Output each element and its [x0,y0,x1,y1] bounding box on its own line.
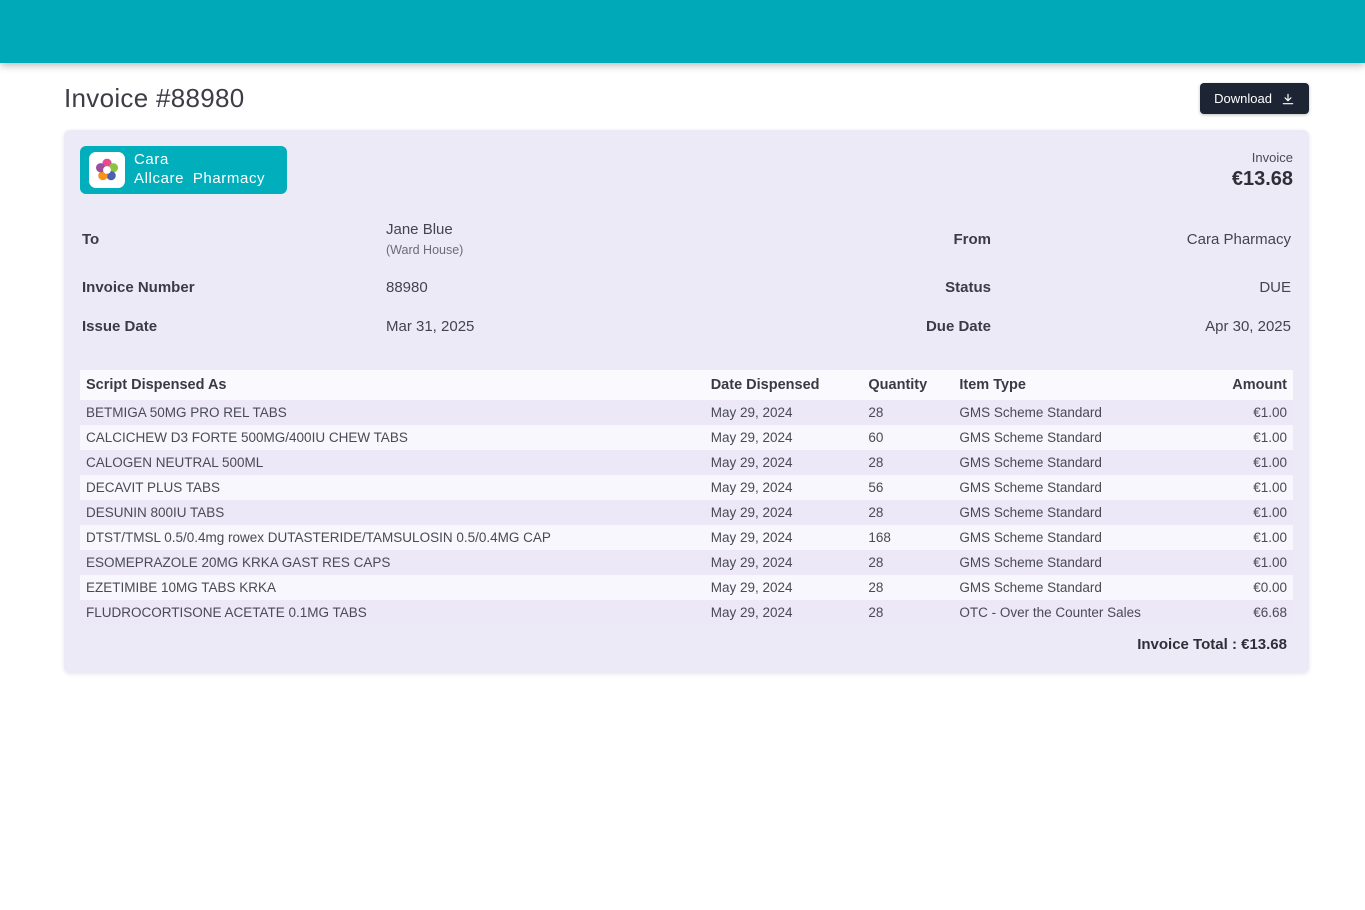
from-value: Cara Pharmacy [993,231,1293,248]
table-row: DESUNIN 800IU TABS May 29, 2024 28 GMS S… [80,500,1293,525]
cell-date-dispensed: May 29, 2024 [705,500,863,525]
cell-date-dispensed: May 29, 2024 [705,575,863,600]
header-quantity: Quantity [862,370,953,400]
cell-script-dispensed-as: DESUNIN 800IU TABS [80,500,705,525]
status-value: DUE [993,279,1293,296]
invoice-number-label: Invoice Number [80,279,384,296]
cell-script-dispensed-as: FLUDROCORTISONE ACETATE 0.1MG TABS [80,600,705,625]
cell-amount: €1.00 [1166,500,1293,525]
title-row: Invoice #88980 Download [64,83,1309,114]
cell-date-dispensed: May 29, 2024 [705,525,863,550]
flower-logo-icon [89,152,125,188]
header-item-type: Item Type [953,370,1165,400]
cell-item-type: GMS Scheme Standard [953,450,1165,475]
invoice-summary-label: Invoice [1232,150,1293,165]
pharmacy-name: Cara Allcare Pharmacy [134,151,265,189]
invoice-total-label: Invoice Total : [1137,636,1237,653]
page-title: Invoice #88980 [64,83,245,114]
cell-item-type: OTC - Over the Counter Sales [953,600,1165,625]
table-row: BETMIGA 50MG PRO REL TABS May 29, 2024 2… [80,400,1293,425]
cell-script-dispensed-as: CALCICHEW D3 FORTE 500MG/400IU CHEW TABS [80,425,705,450]
table-row: DTST/TMSL 0.5/0.4mg rowex DUTASTERIDE/TA… [80,525,1293,550]
info-row-to-from: To Jane Blue (Ward House) From Cara Phar… [80,210,1293,268]
pharmacy-logo: Cara Allcare Pharmacy [80,146,287,194]
cell-date-dispensed: May 29, 2024 [705,550,863,575]
cell-date-dispensed: May 29, 2024 [705,400,863,425]
cell-script-dispensed-as: ESOMEPRAZOLE 20MG KRKA GAST RES CAPS [80,550,705,575]
table-row: FLUDROCORTISONE ACETATE 0.1MG TABS May 2… [80,600,1293,625]
recipient-name: Jane Blue [386,221,791,238]
info-row-number-status: Invoice Number 88980 Status DUE [80,268,1293,307]
download-icon [1281,92,1295,106]
download-button-label: Download [1214,91,1272,106]
cell-quantity: 28 [862,400,953,425]
cell-quantity: 28 [862,575,953,600]
table-row: CALOGEN NEUTRAL 500ML May 29, 2024 28 GM… [80,450,1293,475]
cell-script-dispensed-as: BETMIGA 50MG PRO REL TABS [80,400,705,425]
cell-script-dispensed-as: CALOGEN NEUTRAL 500ML [80,450,705,475]
cell-quantity: 168 [862,525,953,550]
info-row-dates: Issue Date Mar 31, 2025 Due Date Apr 30,… [80,307,1293,346]
pharmacy-name-line2: Allcare Pharmacy [134,170,265,189]
recipient-sub: (Ward House) [386,243,791,257]
cell-quantity: 60 [862,425,953,450]
page-content: Invoice #88980 Download [0,83,1365,713]
table-header: Script Dispensed As Date Dispensed Quant… [80,370,1293,400]
table-row: CALCICHEW D3 FORTE 500MG/400IU CHEW TABS… [80,425,1293,450]
invoice-summary-amount: €13.68 [1232,168,1293,191]
cell-amount: €1.00 [1166,525,1293,550]
pharmacy-name-line1: Cara [134,151,265,170]
due-date-label: Due Date [793,318,993,335]
header-date-dispensed: Date Dispensed [705,370,863,400]
table-row: EZETIMIBE 10MG TABS KRKA May 29, 2024 28… [80,575,1293,600]
cell-item-type: GMS Scheme Standard [953,550,1165,575]
cell-item-type: GMS Scheme Standard [953,525,1165,550]
cell-date-dispensed: May 29, 2024 [705,425,863,450]
cell-date-dispensed: May 29, 2024 [705,475,863,500]
to-value-block: Jane Blue (Ward House) [384,221,793,257]
header-amount: Amount [1166,370,1293,400]
cell-quantity: 28 [862,450,953,475]
cell-amount: €1.00 [1166,425,1293,450]
to-label: To [80,231,384,248]
cell-quantity: 28 [862,600,953,625]
table-row: DECAVIT PLUS TABS May 29, 2024 56 GMS Sc… [80,475,1293,500]
cell-amount: €1.00 [1166,475,1293,500]
issue-date-label: Issue Date [80,318,384,335]
from-label: From [793,231,993,248]
status-label: Status [793,279,993,296]
cell-item-type: GMS Scheme Standard [953,425,1165,450]
cell-script-dispensed-as: EZETIMIBE 10MG TABS KRKA [80,575,705,600]
invoice-summary: Invoice €13.68 [1232,146,1293,191]
cell-item-type: GMS Scheme Standard [953,475,1165,500]
download-button[interactable]: Download [1200,83,1309,114]
top-navigation-bar [0,0,1365,63]
invoice-number-value: 88980 [384,279,793,296]
cell-quantity: 56 [862,475,953,500]
table-row: ESOMEPRAZOLE 20MG KRKA GAST RES CAPS May… [80,550,1293,575]
due-date-value: Apr 30, 2025 [993,318,1293,335]
invoice-card: Cara Allcare Pharmacy Invoice €13.68 To … [64,130,1309,673]
cell-amount: €1.00 [1166,450,1293,475]
issue-date-value: Mar 31, 2025 [384,318,793,335]
cell-item-type: GMS Scheme Standard [953,500,1165,525]
cell-date-dispensed: May 29, 2024 [705,450,863,475]
cell-amount: €1.00 [1166,400,1293,425]
cell-item-type: GMS Scheme Standard [953,575,1165,600]
cell-amount: €1.00 [1166,550,1293,575]
invoice-table-body: BETMIGA 50MG PRO REL TABS May 29, 2024 2… [80,400,1293,625]
cell-date-dispensed: May 29, 2024 [705,600,863,625]
invoice-line-items-table: Script Dispensed As Date Dispensed Quant… [80,370,1293,625]
invoice-total-amount: €13.68 [1241,636,1287,653]
cell-amount: €6.68 [1166,600,1293,625]
cell-item-type: GMS Scheme Standard [953,400,1165,425]
cell-quantity: 28 [862,500,953,525]
cell-amount: €0.00 [1166,575,1293,600]
cell-script-dispensed-as: DTST/TMSL 0.5/0.4mg rowex DUTASTERIDE/TA… [80,525,705,550]
invoice-total: Invoice Total : €13.68 [80,625,1293,657]
cell-script-dispensed-as: DECAVIT PLUS TABS [80,475,705,500]
invoice-card-header: Cara Allcare Pharmacy Invoice €13.68 [80,146,1293,194]
header-script-dispensed-as: Script Dispensed As [80,370,705,400]
cell-quantity: 28 [862,550,953,575]
